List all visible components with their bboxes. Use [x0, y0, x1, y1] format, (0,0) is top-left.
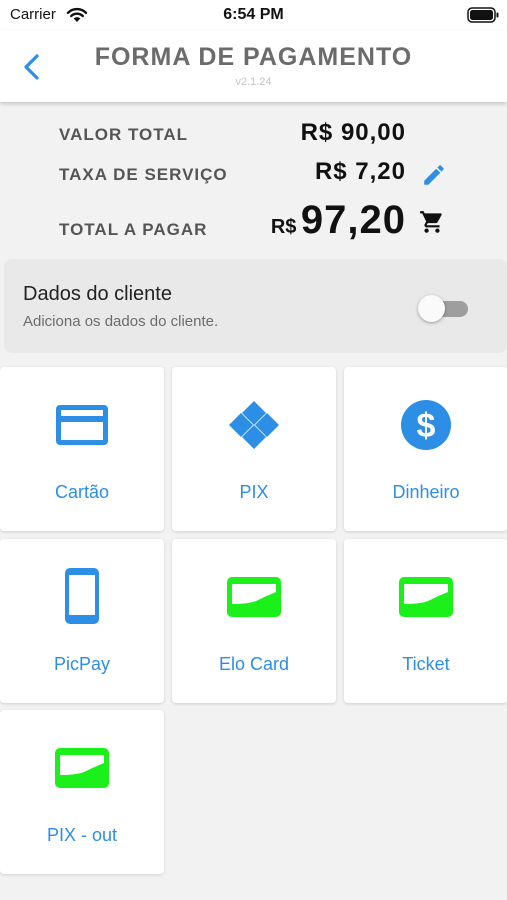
wallet-card-icon — [55, 748, 109, 788]
status-bar: Carrier 6:54 PM — [0, 0, 507, 30]
payment-method-cartao[interactable]: Cartão — [0, 367, 164, 531]
payment-summary: VALOR TOTAL R$ 90,00 TAXA DE SERVIÇO R$ … — [0, 102, 507, 252]
payment-method-label: Cartão — [54, 482, 110, 502]
payment-method-pix-out[interactable]: PIX - out — [0, 710, 164, 874]
total-to-pay-value: R$ 97,20 — [271, 198, 406, 243]
customer-data-subtitle: Adiciona os dados do cliente. — [23, 313, 219, 330]
smartphone-icon — [65, 568, 99, 624]
total-to-pay-label: TOTAL A PAGAR — [59, 220, 208, 239]
pix-icon — [229, 401, 279, 449]
svg-text:$: $ — [417, 407, 436, 445]
payment-method-label: Elo Card — [218, 654, 290, 674]
cart-icon — [420, 211, 442, 233]
payment-method-label: Dinheiro — [392, 482, 460, 502]
dollar-coin-icon: $ — [401, 400, 451, 450]
app-version: v2.1.24 — [235, 76, 272, 88]
customer-data-card: Dados do cliente Adiciona os dados do cl… — [4, 259, 507, 353]
payment-method-label: PicPay — [53, 654, 111, 674]
payment-method-label: PIX - out — [46, 825, 118, 845]
battery-icon — [467, 7, 499, 23]
payment-method-pix[interactable]: PIX — [172, 367, 336, 531]
toggle-thumb — [418, 295, 445, 322]
wallet-card-icon — [399, 577, 453, 617]
service-fee-label: TAXA DE SERVIÇO — [59, 165, 228, 184]
app-header: FORMA DE PAGAMENTO v2.1.24 — [0, 30, 507, 102]
payment-method-picpay[interactable]: PicPay — [0, 539, 164, 703]
total-value-label: VALOR TOTAL — [59, 125, 189, 144]
total-to-pay-amount: 97,20 — [300, 198, 406, 242]
clock: 6:54 PM — [223, 6, 284, 23]
service-fee-amount: R$ 7,20 — [314, 158, 406, 185]
total-to-pay-currency: R$ — [270, 216, 297, 238]
payment-method-label: PIX — [239, 482, 269, 502]
total-value-amount: R$ 90,00 — [300, 119, 406, 146]
payment-method-elo-card[interactable]: Elo Card — [172, 539, 336, 703]
payment-method-ticket[interactable]: Ticket — [344, 539, 507, 703]
customer-data-title: Dados do cliente — [23, 283, 172, 305]
page-title: FORMA DE PAGAMENTO — [94, 43, 413, 71]
wallet-card-icon — [227, 577, 281, 617]
customer-data-toggle[interactable] — [418, 293, 470, 322]
pencil-icon[interactable] — [421, 162, 447, 188]
payment-method-label: Ticket — [402, 654, 450, 674]
credit-card-icon — [56, 405, 108, 445]
payment-method-dinheiro[interactable]: $ Dinheiro — [344, 367, 507, 531]
